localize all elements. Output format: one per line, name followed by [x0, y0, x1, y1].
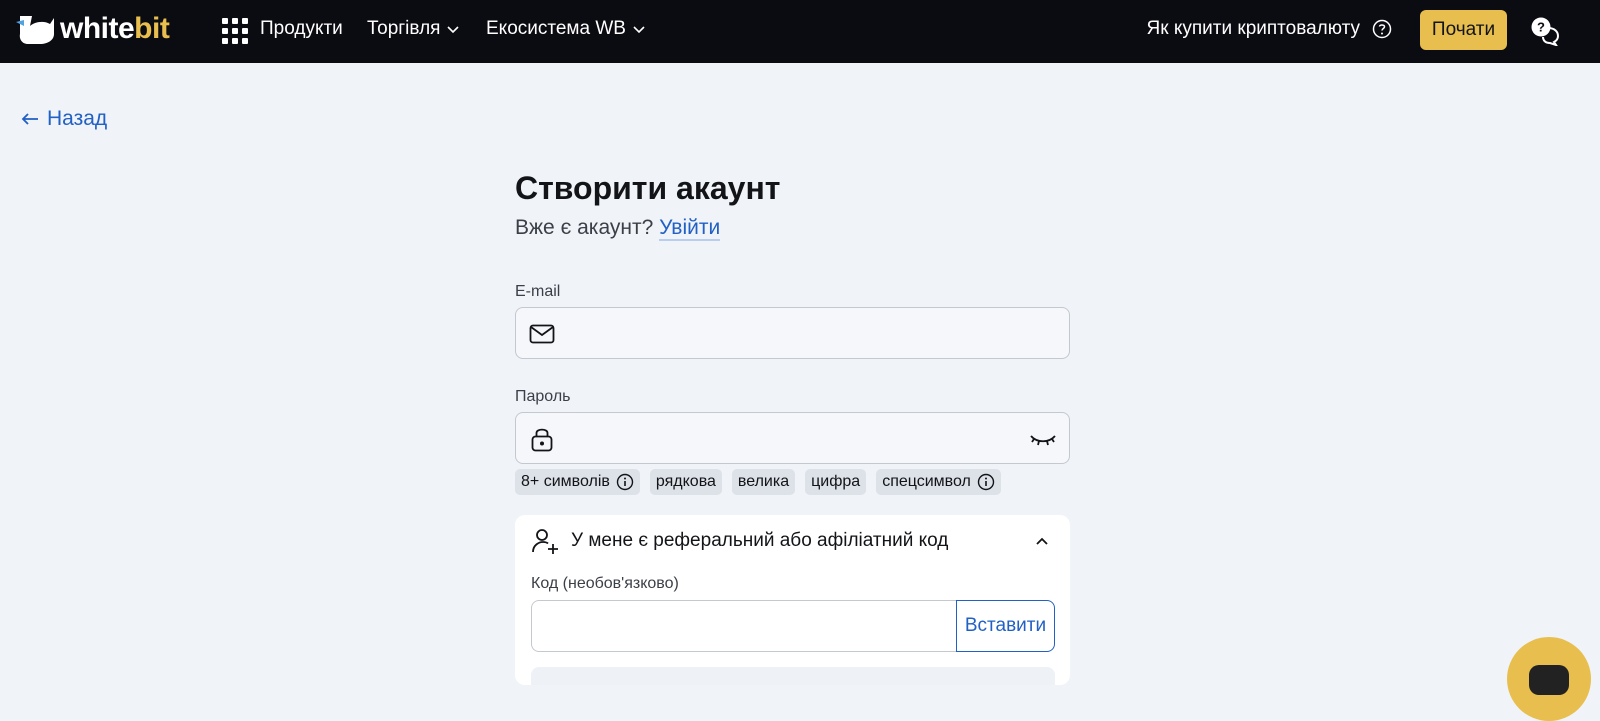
- referral-code-input[interactable]: [531, 600, 957, 652]
- logo-wordmark: whitebit: [60, 12, 170, 45]
- chat-bubble-icon: [1529, 665, 1569, 695]
- eye-closed-icon[interactable]: [1029, 427, 1057, 451]
- top-navigation-bar: whitebit Продукти Торгівля Екосистема WB…: [0, 0, 1600, 63]
- have-account-label: Вже є акаунт?: [515, 216, 654, 239]
- help-circle-icon: [1372, 19, 1392, 39]
- arrow-left-icon: [21, 113, 38, 125]
- nav-products[interactable]: Продукти: [260, 18, 343, 40]
- next-section-edge: [531, 667, 1055, 685]
- login-link[interactable]: Увійти: [659, 216, 721, 241]
- requirement-min-length: 8+ символів: [515, 469, 640, 495]
- requirement-label: цифра: [811, 473, 861, 490]
- password-label: Пароль: [515, 388, 571, 405]
- how-to-buy-label: Як купити криптовалюту: [1146, 18, 1360, 39]
- paste-button[interactable]: Вставити: [956, 600, 1055, 652]
- referral-code-label: Код (необов'язково): [531, 575, 679, 592]
- requirement-label: спецсимвол: [882, 473, 971, 490]
- support-chat-icon[interactable]: ?: [1530, 16, 1560, 46]
- email-field[interactable]: [515, 307, 1070, 359]
- back-link-label: Назад: [47, 107, 108, 130]
- nav-products-label: Продукти: [260, 18, 343, 39]
- lock-icon: [531, 428, 553, 452]
- requirement-uppercase: велика: [731, 469, 796, 495]
- referral-title: У мене є реферальний або афіліатний код: [571, 530, 949, 551]
- referral-code-section: У мене є реферальний або афіліатний код …: [515, 515, 1070, 685]
- info-icon[interactable]: [616, 473, 634, 491]
- password-requirements: 8+ символів рядкова велика цифра спецсим…: [515, 469, 1001, 495]
- nav-ecosystem-dropdown[interactable]: Екосистема WB: [486, 18, 646, 40]
- back-link[interactable]: Назад: [21, 107, 107, 131]
- referral-toggle[interactable]: У мене є реферальний або афіліатний код: [531, 527, 948, 555]
- page-title: Створити акаунт: [515, 170, 781, 206]
- email-label: E-mail: [515, 283, 561, 300]
- signup-form: Створити акаунт Вже є акаунт? Увійти E-m…: [515, 168, 1071, 685]
- password-field[interactable]: [515, 412, 1070, 464]
- info-icon[interactable]: [977, 473, 995, 491]
- requirement-lowercase: рядкова: [649, 469, 722, 495]
- requirement-label: 8+ символів: [521, 473, 610, 490]
- apps-grid-icon[interactable]: [222, 18, 248, 44]
- user-add-icon: [532, 529, 558, 554]
- requirement-label: рядкова: [655, 473, 716, 490]
- nav-trading-label: Торгівля: [367, 18, 441, 39]
- chevron-down-icon: [633, 26, 645, 34]
- how-to-buy-crypto-link[interactable]: Як купити криптовалюту: [1147, 18, 1392, 40]
- requirement-special-char: спецсимвол: [876, 469, 1001, 495]
- nav-trading-dropdown[interactable]: Торгівля: [367, 18, 460, 40]
- whitebit-logo[interactable]: whitebit: [16, 12, 170, 46]
- envelope-icon: [529, 324, 555, 344]
- requirement-digit: цифра: [805, 469, 867, 495]
- nav-ecosystem-label: Екосистема WB: [486, 18, 626, 39]
- svg-text:?: ?: [1537, 20, 1545, 35]
- chevron-up-icon[interactable]: [1034, 533, 1050, 549]
- requirement-label: велика: [737, 473, 790, 490]
- support-chat-button[interactable]: [1507, 637, 1591, 721]
- whitebit-bird-icon: [16, 16, 54, 44]
- chevron-down-icon: [447, 26, 460, 34]
- start-button[interactable]: Почати: [1420, 10, 1507, 50]
- have-account-text: Вже є акаунт? Увійти: [515, 216, 1071, 241]
